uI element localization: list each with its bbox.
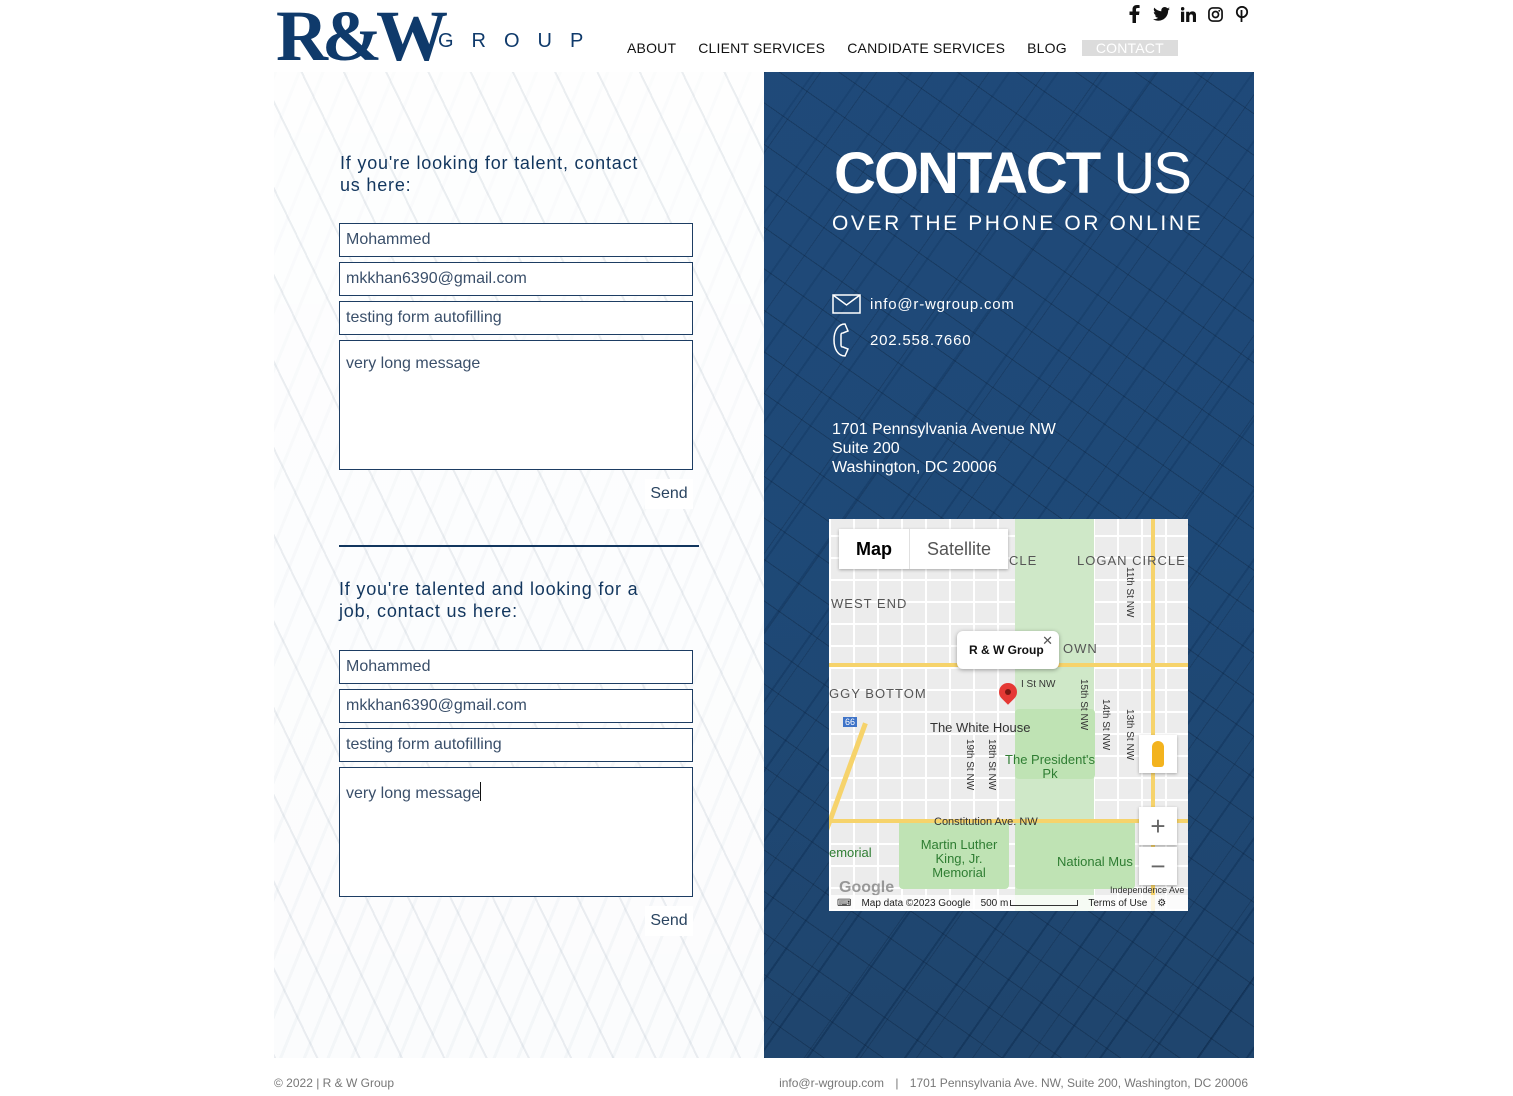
address-line-2: Suite 200 bbox=[832, 440, 900, 457]
map-label-cle: CLE bbox=[1009, 553, 1038, 568]
map-label-constitution-ave: Constitution Ave. NW bbox=[934, 816, 1038, 828]
map-label-presidents-park: The President's Pk bbox=[1005, 752, 1095, 781]
close-icon[interactable]: ✕ bbox=[1042, 633, 1053, 649]
contact-phone: 202.558.7660 bbox=[870, 331, 972, 349]
address-line-1: 1701 Pennsylvania Avenue NW bbox=[832, 421, 1056, 438]
logo-mark: R&W bbox=[276, 0, 448, 76]
nav-item-client-services[interactable]: CLIENT SERVICES bbox=[687, 40, 836, 56]
job-message-field[interactable]: very long message bbox=[339, 767, 693, 897]
map-label-white-house: The White House bbox=[930, 720, 1031, 735]
phone-icon bbox=[832, 322, 870, 358]
job-form-title: If you're talented and looking for a job… bbox=[339, 579, 639, 621]
contact-title-light: US bbox=[1113, 141, 1192, 206]
contact-email-link[interactable]: info@r-wgroup.com bbox=[870, 296, 1015, 313]
map-scale: 500 m bbox=[981, 898, 1079, 909]
keyboard-icon[interactable]: ⌨ bbox=[837, 898, 851, 909]
logo-word: GROUP bbox=[438, 30, 602, 52]
zoom-out-button[interactable]: − bbox=[1139, 847, 1177, 885]
map-label-own: OWN bbox=[1063, 641, 1098, 656]
job-send-button[interactable]: Send bbox=[645, 906, 693, 936]
contact-title-bold: CONTACT bbox=[834, 141, 1101, 206]
contact-address: 1701 Pennsylvania Avenue NW Suite 200 Wa… bbox=[832, 420, 1056, 477]
talent-subject-field[interactable]: testing form autofilling bbox=[339, 301, 693, 335]
map-label-18th-st: 18th St NW bbox=[986, 739, 997, 791]
email-row: info@r-wgroup.com bbox=[832, 294, 1015, 314]
map-label-west-end: WEST END bbox=[831, 596, 908, 611]
map-tab-map[interactable]: Map bbox=[839, 529, 910, 569]
main-nav: ABOUT CLIENT SERVICES CANDIDATE SERVICES… bbox=[616, 40, 1178, 56]
linkedin-icon[interactable] bbox=[1179, 5, 1197, 23]
footer-separator: | bbox=[895, 1076, 899, 1090]
nav-item-contact[interactable]: CONTACT bbox=[1081, 40, 1178, 56]
map-info-window: R & W Group ✕ bbox=[957, 631, 1059, 669]
map-attribution: Map data ©2023 Google bbox=[861, 897, 971, 909]
map-settings-icon[interactable]: ⚙ bbox=[1157, 898, 1166, 909]
talent-form-title: If you're looking for talent, contact us… bbox=[340, 153, 639, 195]
map-road bbox=[829, 722, 868, 856]
nav-item-about[interactable]: ABOUT bbox=[616, 40, 687, 56]
map-label-national-mus: National Mus bbox=[1057, 854, 1133, 869]
footer-copyright: © 2022 | R & W Group bbox=[274, 1076, 395, 1090]
site-header: R&W GROUP ABOUT CLIENT SERVICES CANDIDAT… bbox=[0, 0, 1513, 72]
form-divider bbox=[339, 545, 699, 547]
footer-contact: info@r-wgroup.com | 1701 Pennsylvania Av… bbox=[779, 1076, 1248, 1090]
job-message-text: very long message bbox=[346, 785, 481, 802]
map-label-independence-ave: Independence Ave bbox=[1110, 885, 1185, 895]
map-label-15th-st: 15th St NW bbox=[1078, 679, 1089, 731]
map-popup-title: R & W Group bbox=[969, 643, 1044, 657]
map-label-13th-st: 13th St NW bbox=[1124, 709, 1135, 761]
text-cursor bbox=[480, 782, 482, 801]
map-label-logan-circle: LOGAN CIRCLE bbox=[1077, 553, 1186, 568]
nav-item-blog[interactable]: BLOG bbox=[1016, 40, 1078, 56]
map-pin-dot bbox=[1005, 689, 1011, 695]
map-route-shield: 66 bbox=[843, 717, 858, 727]
job-name-field[interactable]: Mohammed bbox=[339, 650, 693, 684]
map-type-tabs: Map Satellite bbox=[839, 529, 1009, 569]
google-map[interactable]: Map Satellite CLE LOGAN CIRCLE WEST END … bbox=[829, 519, 1188, 911]
phone-row: 202.558.7660 bbox=[832, 322, 971, 358]
social-bar bbox=[1125, 5, 1251, 23]
twitter-icon[interactable] bbox=[1152, 5, 1170, 23]
map-label-mlk-memorial: Martin Luther King, Jr. Memorial bbox=[920, 837, 998, 880]
zoom-in-button[interactable]: + bbox=[1139, 807, 1177, 845]
map-label-14th-st: 14th St NW bbox=[1100, 699, 1111, 751]
talent-send-button[interactable]: Send bbox=[645, 479, 693, 509]
footer-email-link[interactable]: info@r-wgroup.com bbox=[779, 1076, 884, 1090]
nav-item-candidate-services[interactable]: CANDIDATE SERVICES bbox=[836, 40, 1016, 56]
map-terms-link[interactable]: Terms of Use bbox=[1088, 898, 1147, 909]
pinterest-icon[interactable] bbox=[1233, 5, 1251, 23]
map-label-11th-st: 11th St NW bbox=[1124, 567, 1135, 618]
map-label-19th-st: 19th St NW bbox=[964, 739, 975, 791]
map-label-memorial: emorial bbox=[829, 845, 872, 860]
talent-name-field[interactable]: Mohammed bbox=[339, 223, 693, 257]
envelope-icon bbox=[832, 294, 870, 314]
map-label-i-st: I St NW bbox=[1021, 679, 1056, 690]
facebook-icon[interactable] bbox=[1125, 5, 1143, 23]
map-tab-satellite[interactable]: Satellite bbox=[910, 529, 1009, 569]
page: R&W GROUP ABOUT CLIENT SERVICES CANDIDAT… bbox=[0, 0, 1513, 1096]
talent-message-field[interactable]: very long message bbox=[339, 340, 693, 470]
talent-email-field[interactable]: mkkhan6390@gmail.com bbox=[339, 262, 693, 296]
address-line-3: Washington, DC 20006 bbox=[832, 459, 997, 476]
contact-subtitle: OVER THE PHONE OR ONLINE bbox=[832, 212, 1204, 235]
map-attribution-bar: ⌨ Map data ©2023 Google 500 m Terms of U… bbox=[829, 895, 1188, 911]
instagram-icon[interactable] bbox=[1206, 5, 1224, 23]
job-email-field[interactable]: mkkhan6390@gmail.com bbox=[339, 689, 693, 723]
contact-title: CONTACT US bbox=[834, 141, 1192, 206]
footer-address: 1701 Pennsylvania Ave. NW, Suite 200, Wa… bbox=[909, 1076, 1248, 1090]
map-label-foggy-bottom: GGY BOTTOM bbox=[829, 686, 927, 701]
street-view-pegman-icon[interactable] bbox=[1139, 735, 1177, 773]
job-subject-field[interactable]: testing form autofilling bbox=[339, 728, 693, 762]
